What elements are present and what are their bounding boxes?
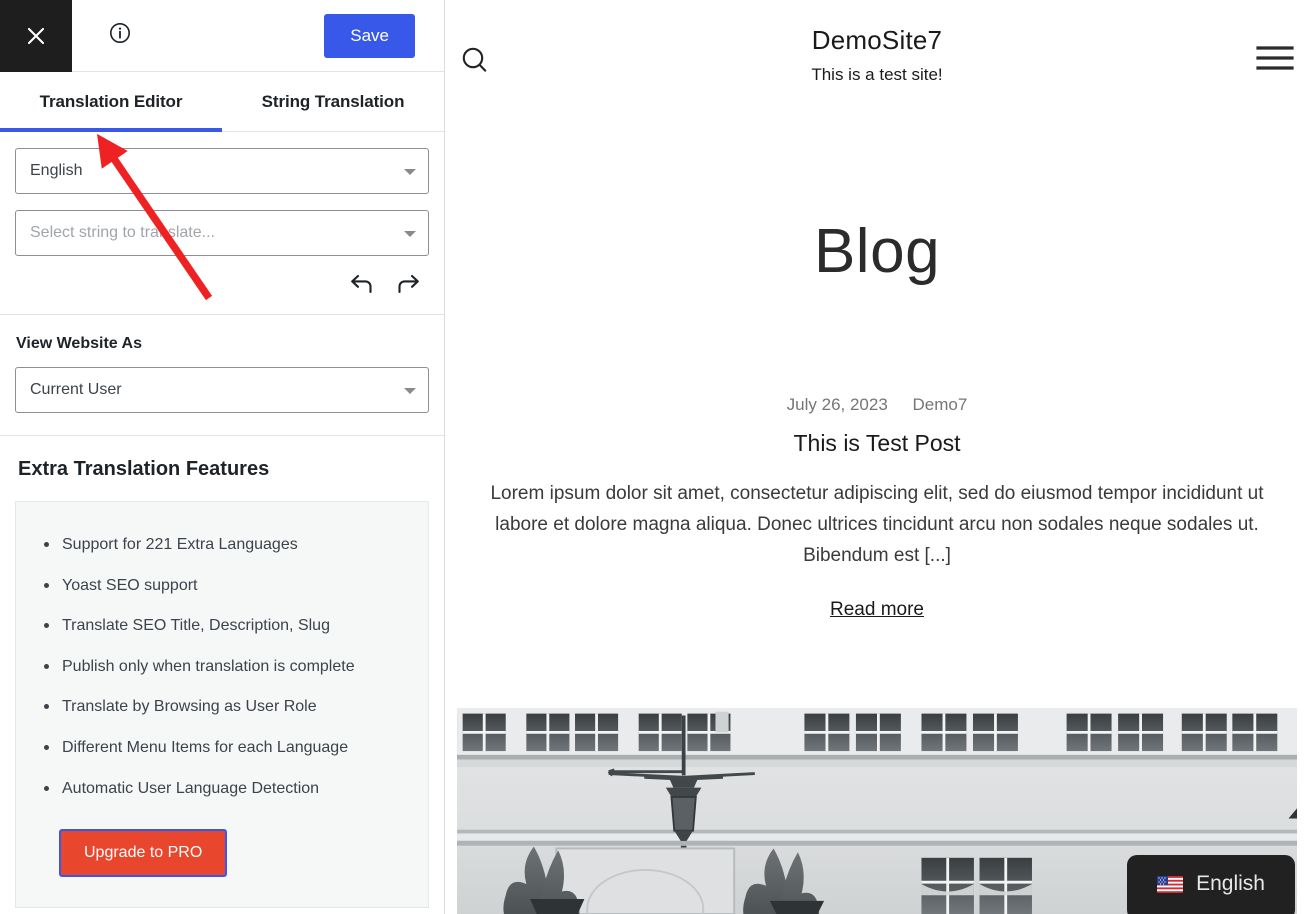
list-item: Yoast SEO support <box>36 577 408 595</box>
view-website-as-section: View Website As Current User <box>0 315 444 436</box>
redo-button[interactable] <box>394 272 422 300</box>
post-title[interactable]: This is Test Post <box>445 430 1309 457</box>
info-button[interactable] <box>100 16 140 56</box>
tab-string-translation-label: String Translation <box>261 91 405 111</box>
selectors-section: English Select string to translate... <box>0 132 444 315</box>
view-website-as-title: View Website As <box>16 335 142 352</box>
chevron-down-icon <box>404 231 416 237</box>
menu-toggle-button[interactable] <box>1253 41 1297 80</box>
extra-features-card: Support for 221 Extra Languages Yoast SE… <box>15 501 429 909</box>
close-icon <box>24 24 48 48</box>
chevron-down-icon <box>404 388 416 394</box>
post-meta: July 26, 2023 Demo7 <box>445 395 1309 415</box>
post-author[interactable]: Demo7 <box>913 395 968 414</box>
read-more-link[interactable]: Read more <box>830 599 924 621</box>
extra-features-title: Extra Translation Features <box>18 458 270 480</box>
language-select[interactable]: English <box>15 148 429 194</box>
tab-translation-editor-label: Translation Editor <box>39 91 183 111</box>
page-title: Blog <box>813 217 941 286</box>
selectors-wrap: English Select string to translate... <box>0 132 444 256</box>
app-root: Save Translation Editor String Translati… <box>0 0 1309 914</box>
translation-sidebar: Save Translation Editor String Translati… <box>0 0 445 914</box>
list-item: Publish only when translation is complet… <box>36 658 408 676</box>
site-header: DemoSite7 This is a test site! <box>445 0 1309 120</box>
redo-arrow-icon <box>395 273 421 300</box>
site-branding: DemoSite7 This is a test site! <box>445 0 1309 85</box>
hamburger-menu-icon <box>1253 46 1297 79</box>
search-icon <box>458 47 492 82</box>
us-flag-icon <box>1157 875 1184 893</box>
undo-button[interactable] <box>348 272 376 300</box>
list-item: Automatic User Language Detection <box>36 780 408 798</box>
tab-string-translation[interactable]: String Translation <box>222 72 444 131</box>
language-switcher-label: English <box>1196 872 1265 895</box>
post-entry: July 26, 2023 Demo7 This is Test Post Lo… <box>445 395 1309 621</box>
string-select[interactable]: Select string to translate... <box>15 210 429 256</box>
site-description: This is a test site! <box>811 65 943 84</box>
search-button[interactable] <box>458 44 492 83</box>
site-title[interactable]: DemoSite7 <box>445 25 1309 56</box>
save-button[interactable]: Save <box>324 13 415 58</box>
language-switcher[interactable]: English <box>1127 855 1295 914</box>
extra-features-list: Support for 221 Extra Languages Yoast SE… <box>36 536 408 797</box>
sidebar-topbar: Save <box>0 0 444 72</box>
site-preview: DemoSite7 This is a test site! Blog July… <box>445 0 1309 914</box>
list-item: Support for 221 Extra Languages <box>36 536 408 554</box>
extra-features-section: Extra Translation Features Support for 2… <box>0 436 444 909</box>
language-select-value: English <box>30 162 83 179</box>
view-website-as-value: Current User <box>30 381 122 398</box>
post-excerpt: Lorem ipsum dolor sit amet, consectetur … <box>490 483 1264 566</box>
view-website-as-select[interactable]: Current User <box>15 367 429 413</box>
info-icon <box>108 21 132 50</box>
history-controls <box>0 272 444 314</box>
undo-arrow-icon <box>349 273 375 300</box>
post-date: July 26, 2023 <box>786 395 888 414</box>
sidebar-tabs: Translation Editor String Translation <box>0 72 444 132</box>
upgrade-to-pro-button[interactable]: Upgrade to PRO <box>59 829 228 878</box>
string-select-placeholder: Select string to translate... <box>30 224 215 241</box>
list-item: Translate SEO Title, Description, Slug <box>36 617 408 635</box>
tab-translation-editor[interactable]: Translation Editor <box>0 72 222 132</box>
list-item: Different Menu Items for each Language <box>36 739 408 757</box>
chevron-down-icon <box>404 169 416 175</box>
close-button[interactable] <box>0 0 72 72</box>
list-item: Translate by Browsing as User Role <box>36 698 408 716</box>
